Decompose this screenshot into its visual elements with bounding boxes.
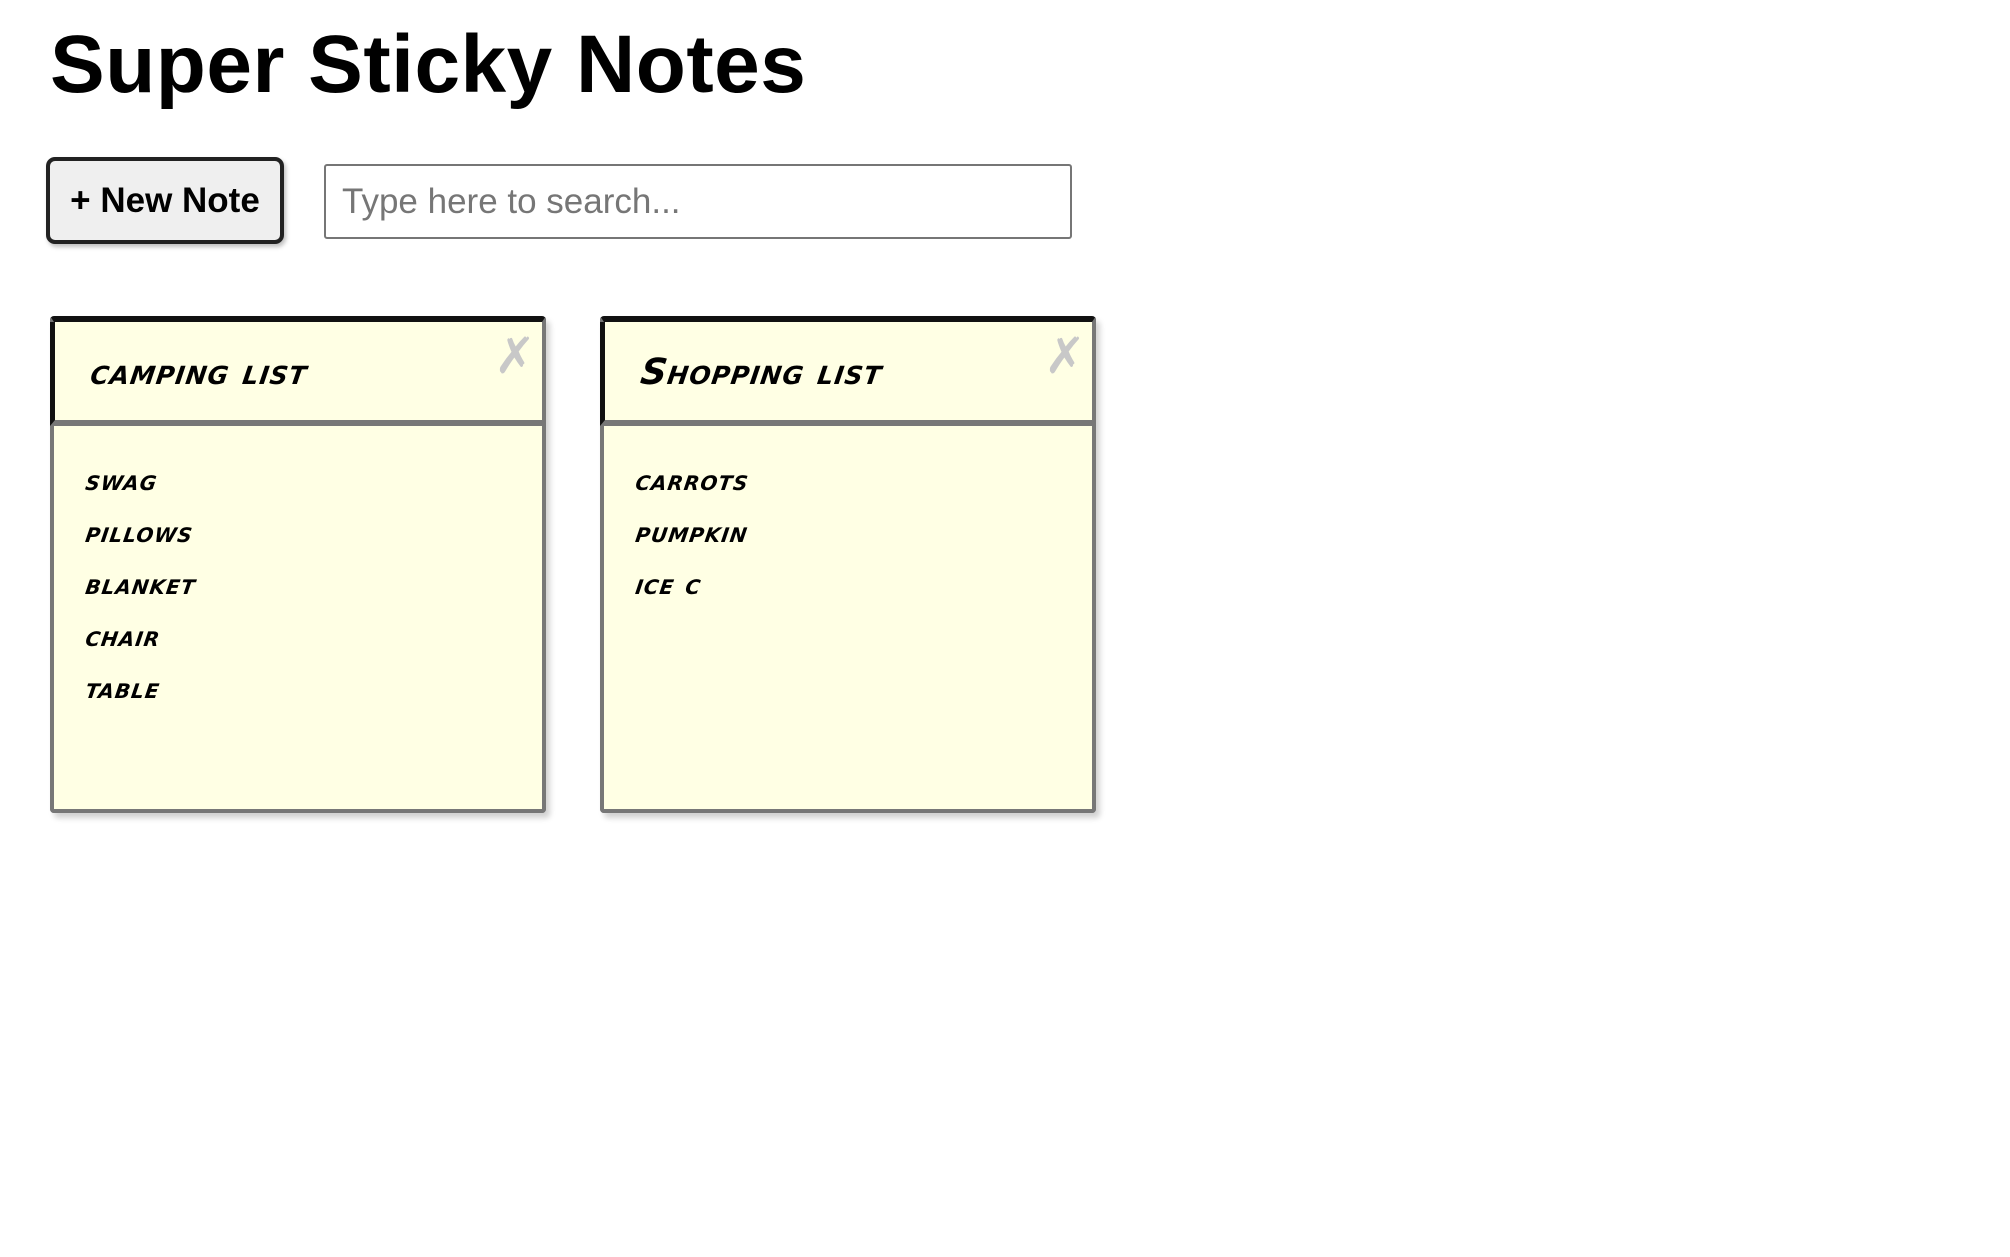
- note-title-input[interactable]: Shopping list: [638, 352, 885, 393]
- note-title-bar: camping list ✗: [50, 322, 542, 426]
- close-icon[interactable]: ✗: [494, 331, 536, 381]
- note-line: pillows: [83, 515, 196, 549]
- app-title: Super Sticky Notes: [50, 19, 807, 110]
- sticky-note: Shopping list ✗ carrots pumpkin ice c: [600, 316, 1096, 813]
- search-input[interactable]: [324, 164, 1072, 239]
- note-line: ice c: [633, 567, 704, 601]
- note-line: table: [83, 671, 163, 705]
- new-note-button[interactable]: + New Note: [46, 157, 284, 244]
- sticky-note: camping list ✗ swag pillows blanket chai…: [50, 316, 546, 813]
- close-icon[interactable]: ✗: [1044, 331, 1086, 381]
- note-body-textarea[interactable]: carrots pumpkin ice c: [604, 426, 1092, 610]
- note-title-bar: Shopping list ✗: [600, 322, 1092, 426]
- note-line: carrots: [633, 463, 752, 497]
- note-line: pumpkin: [633, 515, 751, 549]
- note-title-input[interactable]: camping list: [88, 352, 310, 393]
- note-line: swag: [83, 463, 161, 497]
- note-line: blanket: [83, 567, 199, 601]
- note-line: chair: [83, 619, 164, 653]
- note-body-textarea[interactable]: swag pillows blanket chair table: [54, 426, 542, 714]
